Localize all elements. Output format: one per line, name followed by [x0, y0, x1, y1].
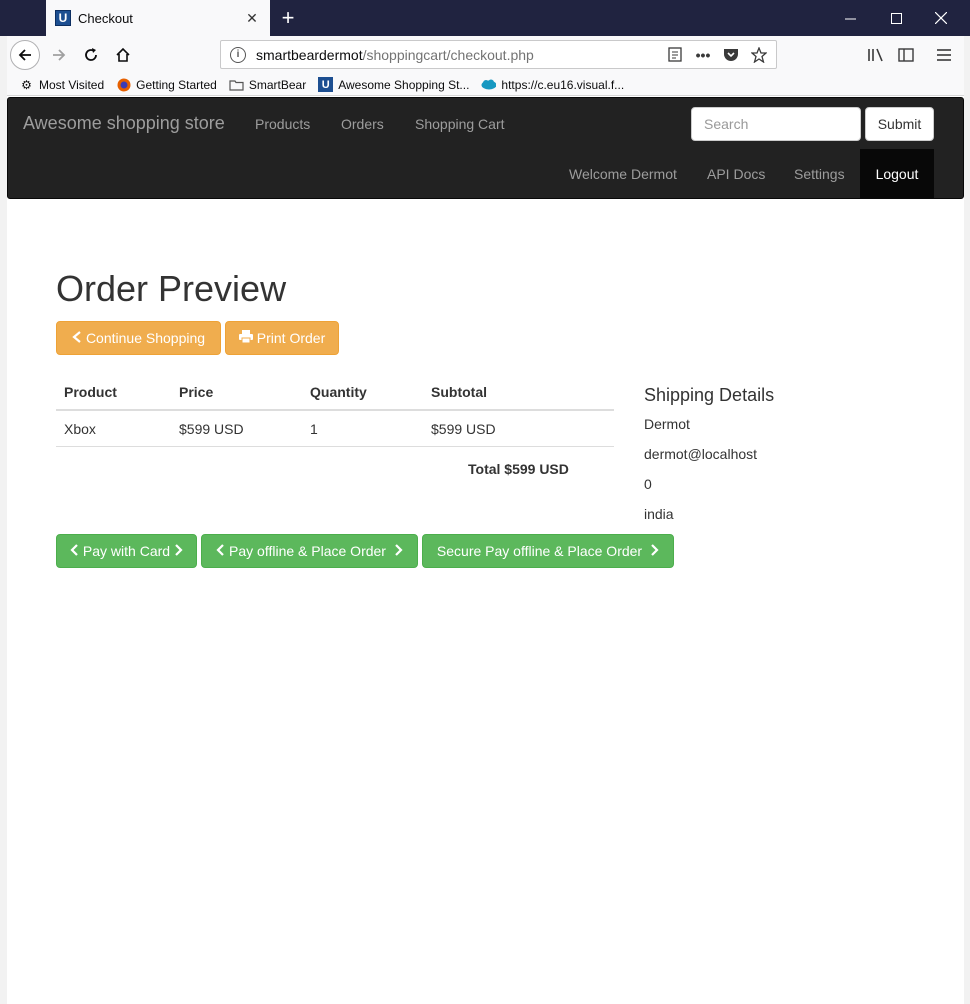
pay-with-card-button[interactable]: Pay with Card: [56, 534, 197, 568]
col-subtotal: Subtotal: [423, 373, 614, 411]
info-icon[interactable]: i: [230, 46, 246, 63]
bookmark-smartbear[interactable]: SmartBear: [229, 77, 306, 92]
reader-view-icon[interactable]: [664, 45, 686, 65]
browser-toolbar: i smartbeardermot/shoppingcart/checkout.…: [7, 36, 964, 74]
minimize-button[interactable]: [827, 0, 873, 36]
home-button[interactable]: [108, 40, 138, 70]
cell-price: $599 USD: [171, 410, 302, 447]
nav-shopping-cart[interactable]: Shopping Cart: [415, 116, 505, 132]
bookmark-awesome-shopping[interactable]: U Awesome Shopping St...: [318, 77, 469, 92]
shipping-country: india: [644, 506, 674, 522]
pay-offline-button[interactable]: Pay offline & Place Order: [201, 534, 418, 568]
chevron-left-icon: [72, 330, 82, 347]
print-order-button[interactable]: Print Order: [225, 321, 339, 355]
secure-pay-offline-button[interactable]: Secure Pay offline & Place Order: [422, 534, 674, 568]
bookmark-getting-started[interactable]: Getting Started: [116, 77, 217, 92]
site-navbar: Awesome shopping store Products Orders S…: [7, 97, 964, 199]
submit-button[interactable]: Submit: [865, 107, 934, 141]
close-tab-icon[interactable]: ✕: [244, 10, 260, 26]
library-icon[interactable]: [862, 42, 888, 68]
desktop-background-right: [964, 36, 970, 1004]
cell-product: Xbox: [56, 410, 171, 447]
chevron-left-icon: [70, 543, 79, 560]
page-actions-icon[interactable]: •••: [692, 45, 714, 65]
table-header-row: Product Price Quantity Subtotal: [56, 373, 614, 411]
cell-subtotal: $599 USD: [423, 410, 614, 447]
home-icon: [116, 47, 130, 62]
nav-settings[interactable]: Settings: [794, 166, 845, 182]
cloud-icon: [481, 77, 497, 92]
sidebar-toggle-icon[interactable]: [893, 42, 919, 68]
u-logo-icon: U: [318, 77, 334, 92]
nav-orders[interactable]: Orders: [341, 116, 384, 132]
arrow-left-icon: [18, 49, 31, 61]
col-price: Price: [171, 373, 302, 411]
firefox-icon: [116, 77, 131, 92]
order-total: Total $599 USD: [468, 461, 569, 477]
cell-quantity: 1: [302, 410, 423, 447]
desktop-background-left: [0, 36, 7, 1004]
menu-hamburger-icon[interactable]: [931, 42, 957, 68]
bookmark-star-icon[interactable]: [748, 45, 770, 65]
u-logo-icon: U: [55, 10, 71, 26]
reload-button[interactable]: [76, 40, 106, 70]
col-product: Product: [56, 373, 171, 411]
reload-icon: [85, 48, 97, 61]
chevron-right-icon: [394, 543, 403, 560]
back-button[interactable]: [10, 40, 40, 70]
chevron-right-icon: [174, 543, 183, 560]
folder-icon: [229, 77, 244, 92]
forward-button[interactable]: [44, 40, 74, 70]
shipping-phone: 0: [644, 476, 652, 492]
browser-tab[interactable]: U Checkout ✕: [46, 0, 270, 36]
chevron-right-icon: [650, 543, 659, 560]
search-input[interactable]: Search: [691, 107, 861, 141]
url-bar[interactable]: i smartbeardermot/shoppingcart/checkout.…: [220, 40, 777, 69]
maximize-button[interactable]: [873, 0, 919, 36]
col-quantity: Quantity: [302, 373, 423, 411]
print-icon: [238, 329, 253, 347]
site-brand[interactable]: Awesome shopping store: [23, 113, 225, 134]
nav-api-docs[interactable]: API Docs: [707, 166, 765, 182]
tab-title: Checkout: [78, 10, 133, 26]
url-text[interactable]: smartbeardermot/shoppingcart/checkout.ph…: [256, 47, 664, 63]
new-tab-button[interactable]: +: [276, 4, 300, 32]
shipping-details-heading: Shipping Details: [644, 385, 775, 405]
bookmarks-toolbar: ⚙ Most Visited Getting Started SmartBear…: [7, 74, 964, 96]
page-title: Order Preview: [56, 268, 287, 309]
nav-products[interactable]: Products: [255, 116, 310, 132]
chevron-left-icon: [216, 543, 225, 560]
shipping-email: dermot@localhost: [644, 446, 758, 462]
gear-icon: ⚙: [21, 77, 32, 92]
browser-titlebar: U Checkout ✕ +: [0, 0, 970, 36]
cart-table: Product Price Quantity Subtotal Xbox $59…: [56, 373, 614, 447]
shipping-name: Dermot: [644, 416, 690, 432]
bookmark-most-visited[interactable]: ⚙ Most Visited: [19, 77, 104, 92]
arrow-right-icon: [53, 49, 66, 61]
logout-button[interactable]: Logout: [860, 149, 934, 199]
close-window-button[interactable]: [918, 0, 964, 36]
table-row: Xbox $599 USD 1 $599 USD: [56, 410, 614, 447]
nav-welcome-user[interactable]: Welcome Dermot: [569, 166, 677, 182]
pocket-icon[interactable]: [720, 45, 742, 65]
bookmark-salesforce[interactable]: https://c.eu16.visual.f...: [481, 77, 624, 92]
continue-shopping-button[interactable]: Continue Shopping: [56, 321, 221, 355]
